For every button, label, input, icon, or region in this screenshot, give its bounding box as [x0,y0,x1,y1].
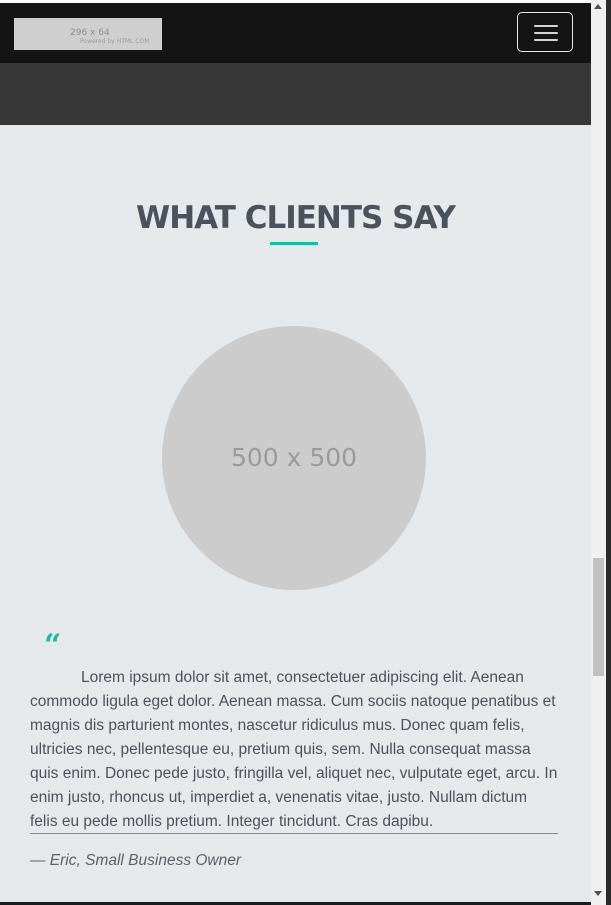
testimonial-text: Lorem ipsum dolor sit amet, consectetuer… [30,668,558,830]
client-avatar: 500 x 500 [162,326,426,590]
logo-dims-label: 296 x 64 [70,28,110,38]
logo-powered-label: Powered by HTML.COM [80,38,150,45]
header-band [0,63,591,125]
testimonial-divider [30,833,558,834]
section-title: WHAT CLIENTS SAY [136,199,456,236]
testimonials-section: WHAT CLIENTS SAY 500 x 500 “ Lorem ipsum… [0,125,591,905]
window-right-edge [606,0,611,905]
scrollbar-thumb[interactable] [593,558,604,676]
title-divider [270,242,318,245]
vertical-scrollbar[interactable] [591,0,606,905]
testimonial-author: — Eric, Small Business Owner [30,852,242,869]
navbar-toggle-button[interactable] [517,12,573,52]
browser-viewport: 296 x 64 Powered by HTML.COM WHAT CLIENT… [0,0,611,905]
hamburger-menu-icon [534,25,558,27]
scroll-up-arrow-icon[interactable] [594,4,602,9]
navbar: 296 x 64 Powered by HTML.COM [0,3,591,63]
hamburger-menu-icon [534,39,558,41]
quote-icon: “ [44,628,62,663]
scroll-down-arrow-icon[interactable] [594,891,602,896]
avatar-placeholder-label: 500 x 500 [230,443,358,472]
hamburger-menu-icon [534,32,558,34]
logo-placeholder[interactable]: 296 x 64 Powered by HTML.COM [14,18,162,50]
